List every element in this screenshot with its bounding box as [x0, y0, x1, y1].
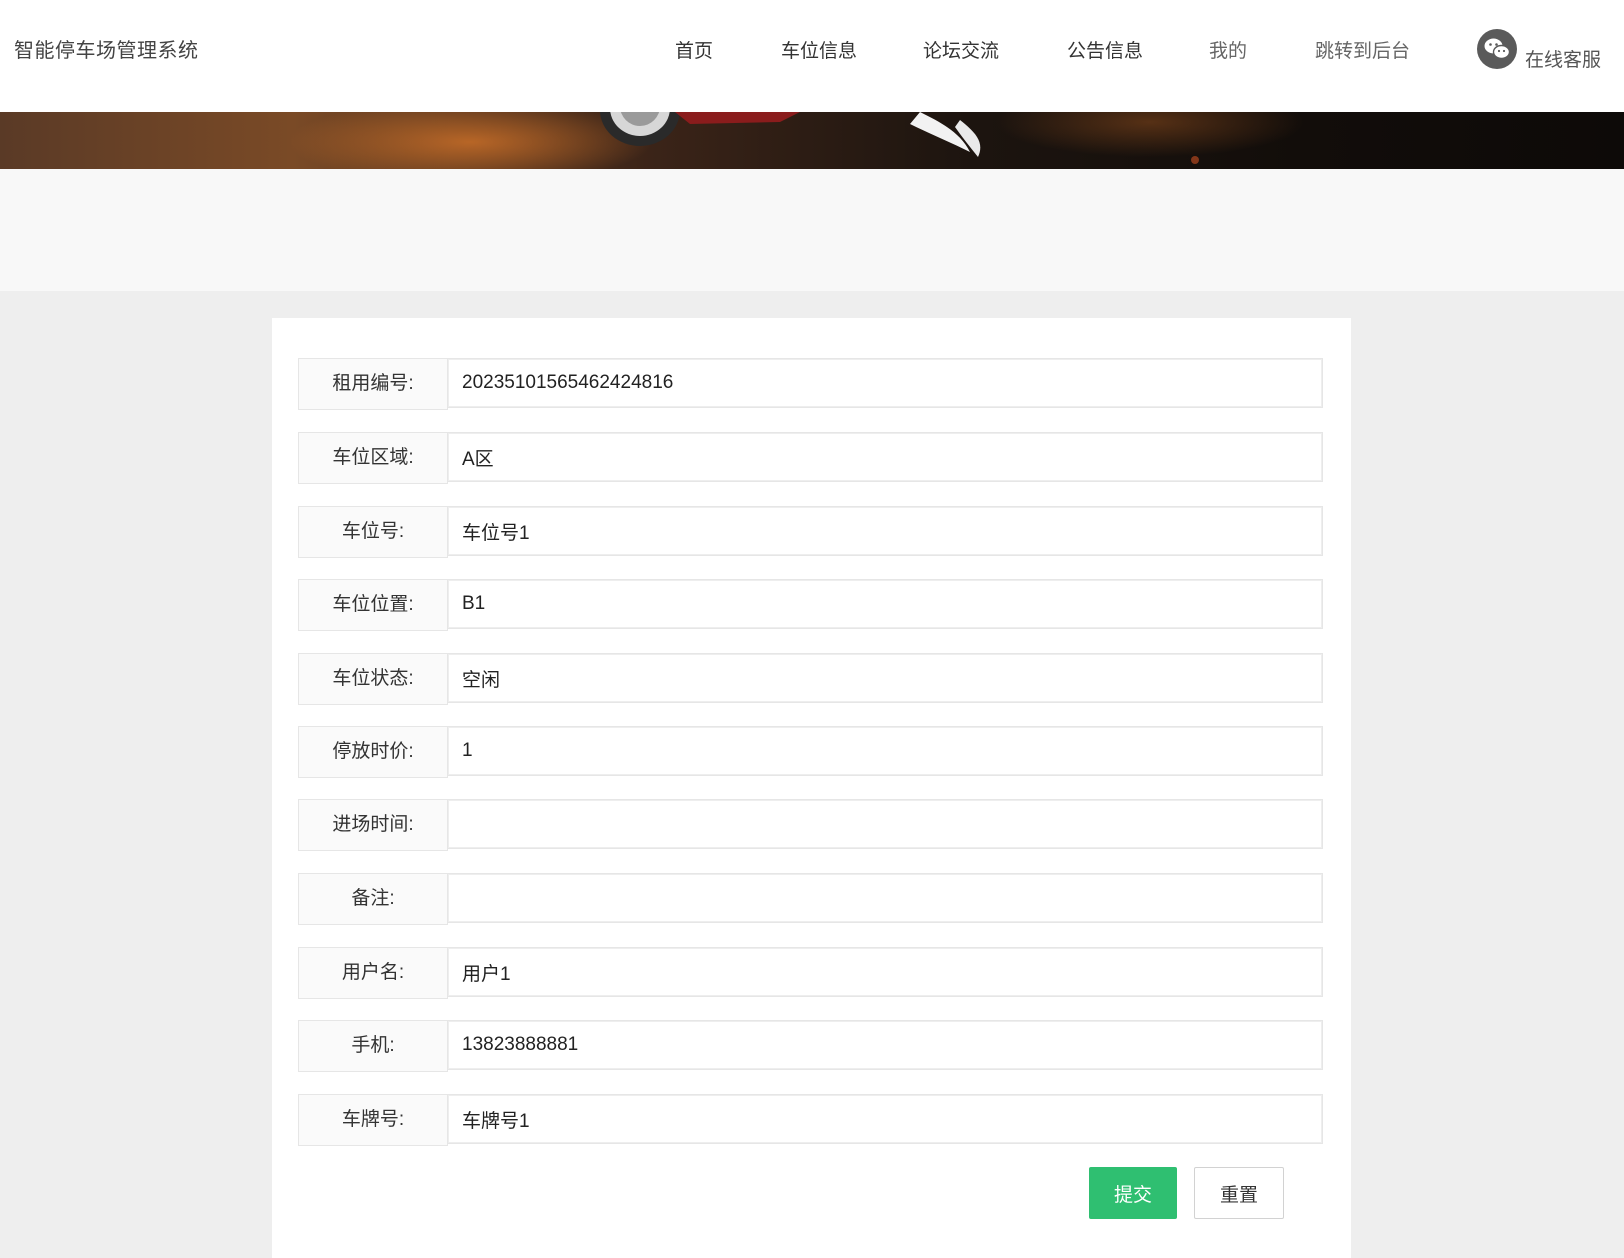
entry-time-input[interactable]	[447, 799, 1323, 849]
form-row-price: 停放时价:	[298, 726, 1325, 778]
spot-no-input[interactable]	[447, 506, 1323, 556]
label-price: 停放时价:	[298, 726, 448, 778]
banner-car-image	[600, 112, 1199, 164]
form-row-remark: 备注:	[298, 873, 1325, 925]
nav-admin[interactable]: 跳转到后台	[1315, 36, 1410, 63]
nav-announcements[interactable]: 公告信息	[1067, 36, 1143, 63]
price-input[interactable]	[447, 726, 1323, 776]
page-band	[0, 169, 1624, 291]
submit-button[interactable]: 提交	[1089, 1167, 1177, 1219]
hero-banner	[0, 112, 1624, 169]
main-nav: 首页 车位信息 论坛交流 公告信息 我的 跳转到后台	[0, 36, 1624, 66]
location-input[interactable]	[447, 579, 1323, 629]
nav-mine[interactable]: 我的	[1209, 36, 1247, 63]
label-status: 车位状态:	[298, 653, 448, 705]
label-rental-no: 租用编号:	[298, 358, 448, 410]
online-service-label: 在线客服	[1525, 50, 1602, 71]
form-row-spot-no: 车位号:	[298, 506, 1325, 558]
label-location: 车位位置:	[298, 579, 448, 631]
nav-forum[interactable]: 论坛交流	[923, 36, 999, 63]
label-phone: 手机:	[298, 1020, 448, 1072]
top-header: 智能停车场管理系统 首页 车位信息 论坛交流 公告信息 我的 跳转到后台 在线客…	[0, 0, 1624, 112]
label-spot-no: 车位号:	[298, 506, 448, 558]
form-row-phone: 手机:	[298, 1020, 1325, 1072]
reset-button[interactable]: 重置	[1194, 1167, 1284, 1219]
label-plate: 车牌号:	[298, 1094, 448, 1146]
form-row-location: 车位位置:	[298, 579, 1325, 631]
label-remark: 备注:	[298, 873, 448, 925]
form-row-area: 车位区域:	[298, 432, 1325, 484]
rental-form-panel: 租用编号: 车位区域: 车位号: 车位位置: 车位状态: 停放时价: 进场时间:…	[272, 318, 1351, 1258]
form-row-username: 用户名:	[298, 947, 1325, 999]
form-row-status: 车位状态:	[298, 653, 1325, 705]
status-input[interactable]	[447, 653, 1323, 703]
username-input[interactable]	[447, 947, 1323, 997]
nav-parking-info[interactable]: 车位信息	[781, 36, 857, 63]
form-row-plate: 车牌号:	[298, 1094, 1325, 1146]
form-row-entry-time: 进场时间:	[298, 799, 1325, 851]
plate-input[interactable]	[447, 1094, 1323, 1144]
rental-no-input[interactable]	[447, 358, 1323, 408]
form-row-rental-no: 租用编号:	[298, 358, 1325, 410]
label-entry-time: 进场时间:	[298, 799, 448, 851]
remark-input[interactable]	[447, 873, 1323, 923]
online-service[interactable]: 在线客服	[1477, 29, 1617, 71]
area-input[interactable]	[447, 432, 1323, 482]
label-area: 车位区域:	[298, 432, 448, 484]
label-username: 用户名:	[298, 947, 448, 999]
phone-input[interactable]	[447, 1020, 1323, 1070]
nav-home[interactable]: 首页	[675, 36, 713, 63]
wechat-icon	[1477, 29, 1517, 69]
